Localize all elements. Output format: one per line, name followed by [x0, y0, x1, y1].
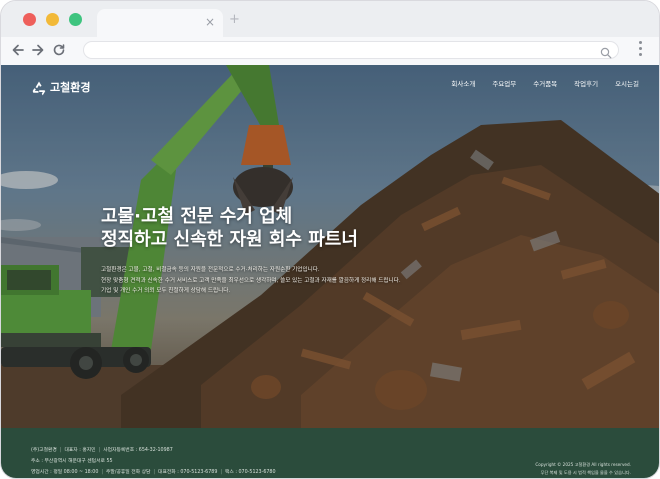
footer-holiday: 주말/공휴일 전화 상담 — [106, 470, 151, 475]
back-arrow-icon[interactable] — [11, 40, 29, 60]
hero-title: 고물·고철 전문 수거 업체 정직하고 신속한 자원 회수 파트너 — [101, 205, 541, 251]
footer-biz-no: 사업자등록번호 : 654-32-10987 — [103, 448, 173, 453]
footer-copyright: Copyright © 2025 고철환경 All rights reserve… — [535, 462, 631, 467]
site-footer: (주)고철환경 | 대표자 : 홍지민 | 사업자등록번호 : 654-32-10987… — [1, 428, 659, 478]
hero-copy: 고물·고철 전문 수거 업체 정직하고 신속한 자원 회수 파트너 고철환경은 … — [101, 205, 541, 297]
footer-row-2: 주소 : 부산광역시 해운대구 센텀서로 55 — [31, 456, 276, 467]
footer-company: (주)고철환경 — [31, 448, 57, 453]
footer-company-info: (주)고철환경 | 대표자 : 홍지민 | 사업자등록번호 : 654-32-10987… — [31, 445, 276, 478]
footer-address: 주소 : 부산광역시 해운대구 센텀서로 55 — [31, 459, 113, 464]
forward-arrow-icon[interactable] — [31, 40, 49, 60]
recycle-icon — [31, 80, 47, 96]
hero-desc-line-3: 기업 및 개인 수거 의뢰 모두 친절하게 상담해 드립니다. — [101, 288, 231, 294]
navigation-bar — [1, 37, 659, 65]
search-icon[interactable] — [600, 44, 612, 59]
hero-title-line-1: 고물·고철 전문 수거 업체 — [101, 206, 293, 227]
site-header: 고철환경 회사소개 주요업무 수거품목 작업후기 오시는길 — [1, 65, 659, 109]
hero-desc-line-1: 고철환경은 고물, 고철, 비철금속 등의 자원을 전문적으로 수거·처리하는 … — [101, 267, 320, 273]
tab-bar: × + — [1, 1, 659, 37]
new-tab-icon[interactable]: + — [229, 13, 240, 27]
logo-text: 고철환경 — [50, 81, 91, 94]
footer-row-1: (주)고철환경 | 대표자 : 홍지민 | 사업자등록번호 : 654-32-10987 — [31, 448, 173, 453]
nav-item-services[interactable]: 주요업무 — [492, 80, 516, 89]
footer-phone: 대표전화 : 070-5123-6789 — [158, 470, 218, 475]
hero-description: 고철환경은 고물, 고철, 비철금속 등의 자원을 전문적으로 수거·처리하는 … — [101, 265, 541, 297]
address-bar[interactable] — [83, 41, 619, 59]
nav-item-location[interactable]: 오시는길 — [615, 80, 639, 89]
browser-window: × + 고철환경 회사소개 주요업무 수거품목 작업후기 오시는길 고물·고철 … — [0, 0, 660, 479]
footer-hours: 영업시간 : 평일 08:00 ~ 18:00 — [31, 470, 99, 475]
hero-section: 고철환경 회사소개 주요업무 수거품목 작업후기 오시는길 고물·고철 전문 수… — [1, 65, 659, 428]
footer-notice: 무단 복제 및 도용 시 법적 책임을 물을 수 있습니다. — [540, 469, 631, 475]
nav-item-reviews[interactable]: 작업후기 — [574, 80, 598, 89]
tab-close-icon[interactable]: × — [205, 14, 215, 30]
maximize-window-button[interactable] — [69, 13, 82, 26]
nav-item-items[interactable]: 수거품목 — [533, 80, 557, 89]
nav-item-about[interactable]: 회사소개 — [451, 80, 475, 89]
browser-tab[interactable]: × — [97, 9, 223, 37]
minimize-window-button[interactable] — [46, 13, 59, 26]
site-logo[interactable]: 고철환경 — [31, 79, 90, 97]
more-menu-icon[interactable] — [637, 41, 643, 61]
footer-legal: Copyright © 2025 고철환경 All rights reserve… — [535, 461, 631, 476]
hero-desc-line-2: 현장 맞춤형 견적과 신속한 수거 서비스로 고객 만족을 최우선으로 생각하며… — [101, 277, 401, 284]
hero-title-line-2: 정직하고 신속한 자원 회수 파트너 — [101, 229, 358, 250]
page-viewport: 고철환경 회사소개 주요업무 수거품목 작업후기 오시는길 고물·고철 전문 수… — [1, 65, 659, 478]
footer-fax: 팩스 : 070-5123-6780 — [225, 470, 276, 475]
footer-row-3: 영업시간 : 평일 08:00 ~ 18:00 | 주말/공휴일 전화 상담 | 대표전… — [31, 470, 276, 475]
footer-ceo: 대표자 : 홍지민 — [64, 448, 96, 453]
main-navigation: 회사소개 주요업무 수거품목 작업후기 오시는길 — [434, 80, 639, 89]
reload-icon[interactable] — [52, 40, 70, 60]
close-window-button[interactable] — [23, 13, 36, 26]
